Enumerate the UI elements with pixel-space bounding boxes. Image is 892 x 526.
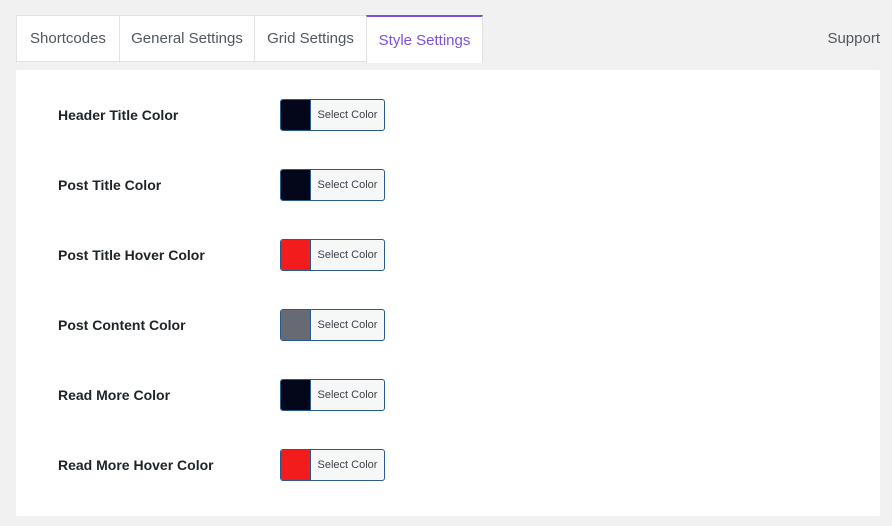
select-color-button[interactable]: Select Color (280, 309, 385, 341)
color-swatch (281, 380, 311, 410)
select-color-label: Select Color (317, 459, 378, 471)
select-color-label: Select Color (317, 109, 378, 121)
color-swatch (281, 240, 311, 270)
style-settings-panel: Header Title Color Select Color Post Tit… (16, 70, 880, 516)
select-color-label: Select Color (317, 319, 378, 331)
tab-grid-settings[interactable]: Grid Settings (254, 15, 366, 62)
setting-row-post-content-color: Post Content Color Select Color (16, 309, 880, 341)
setting-row-read-more-hover-color: Read More Hover Color Select Color (16, 449, 880, 481)
tab-style-settings[interactable]: Style Settings (366, 15, 483, 63)
color-swatch (281, 100, 311, 130)
select-color-label: Select Color (317, 179, 378, 191)
setting-label: Header Title Color (58, 107, 179, 123)
setting-label: Read More Color (58, 387, 171, 403)
setting-label: Post Title Color (58, 177, 162, 193)
support-link[interactable]: Support (827, 30, 880, 47)
setting-row-read-more-color: Read More Color Select Color (16, 379, 880, 411)
select-color-button[interactable]: Select Color (280, 99, 385, 131)
color-swatch (281, 170, 311, 200)
setting-label: Post Title Hover Color (58, 247, 205, 263)
select-color-button[interactable]: Select Color (280, 169, 385, 201)
select-color-label: Select Color (317, 389, 378, 401)
select-color-button[interactable]: Select Color (280, 239, 385, 271)
select-color-label: Select Color (317, 249, 378, 261)
setting-row-header-title-color: Header Title Color Select Color (16, 99, 880, 131)
setting-label: Post Content Color (58, 317, 186, 333)
setting-row-post-title-hover-color: Post Title Hover Color Select Color (16, 239, 880, 271)
select-color-button[interactable]: Select Color (280, 449, 385, 481)
select-color-button[interactable]: Select Color (280, 379, 385, 411)
settings-tabs: Shortcodes General Settings Grid Setting… (16, 15, 483, 63)
color-swatch (281, 310, 311, 340)
tab-general-settings[interactable]: General Settings (119, 15, 254, 62)
tab-shortcodes[interactable]: Shortcodes (16, 15, 119, 62)
setting-row-post-title-color: Post Title Color Select Color (16, 169, 880, 201)
setting-label: Read More Hover Color (58, 457, 214, 473)
color-swatch (281, 450, 311, 480)
